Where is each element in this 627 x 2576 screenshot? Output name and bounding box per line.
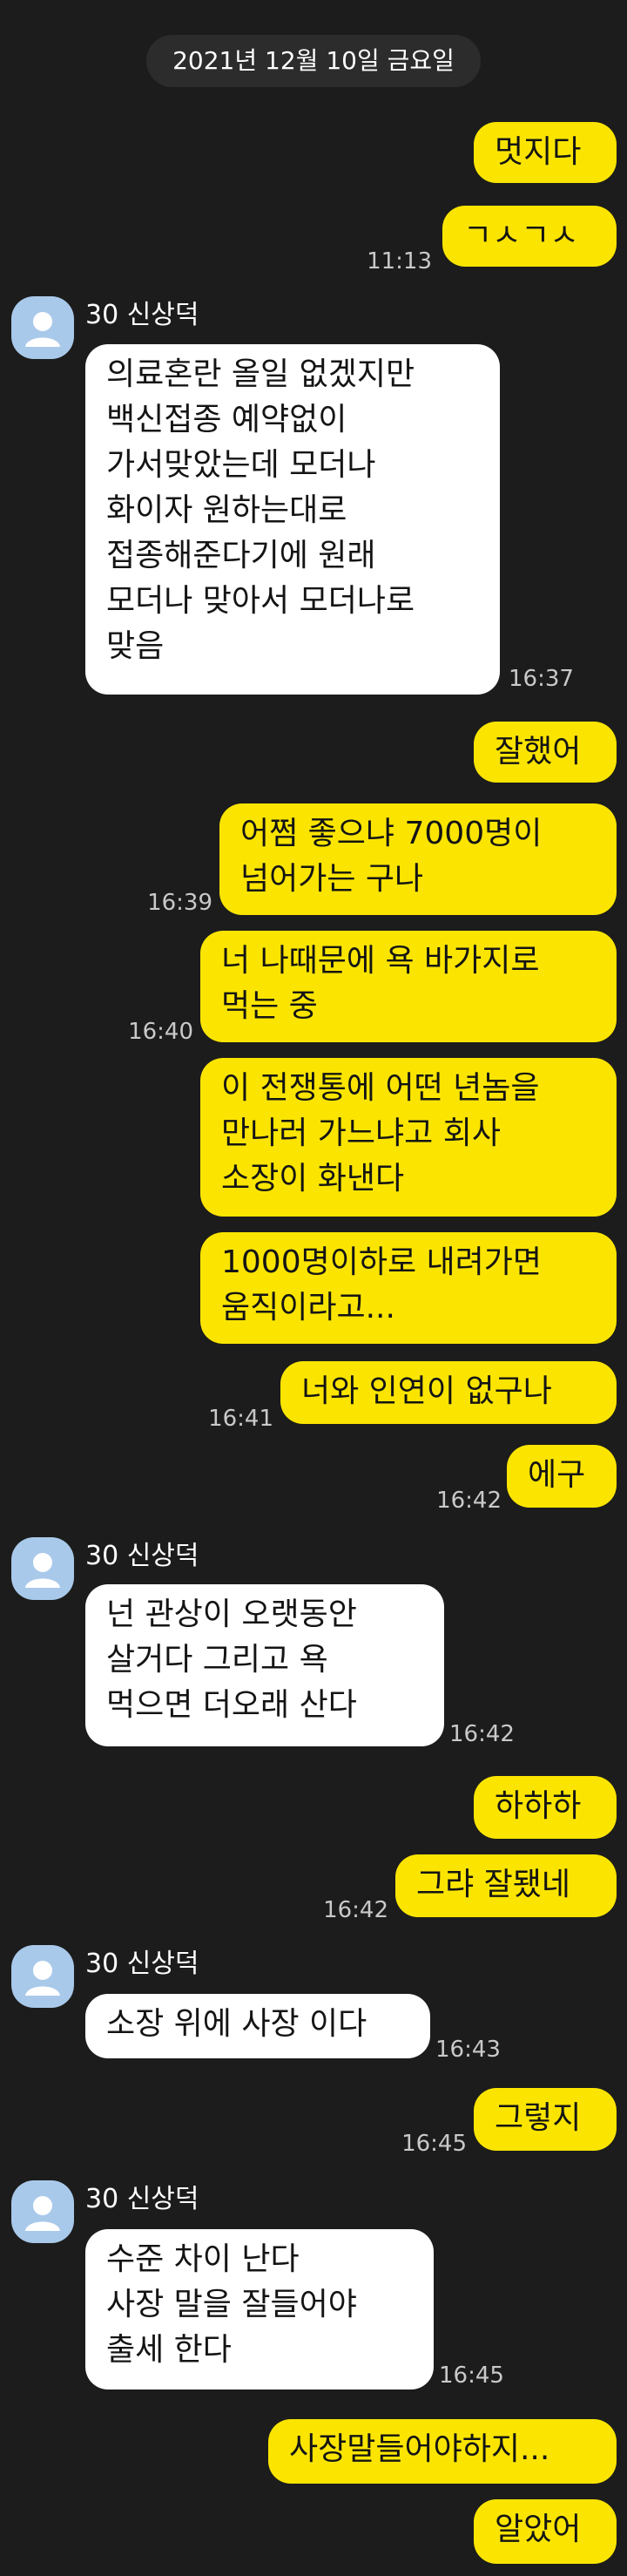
peer-avatar[interactable] [11, 2180, 74, 2243]
my-message-bubble[interactable]: 그랴 잘됐네 [395, 1854, 617, 1917]
my-message-bubble[interactable]: 하하하 [474, 1776, 617, 1839]
message-time: 16:41 [208, 1406, 273, 1432]
my-message-bubble[interactable]: 너와 인연이 없구나 [280, 1361, 617, 1424]
date-divider: 2021년 12월 10일 금요일 [146, 35, 481, 87]
my-message-bubble[interactable]: 에구 [507, 1445, 617, 1508]
message-time: 16:39 [147, 890, 212, 916]
person-icon [25, 312, 60, 347]
my-message-bubble[interactable]: ㄱㅅㄱㅅ [442, 206, 617, 267]
message-time: 16:42 [436, 1488, 502, 1514]
my-message-bubble[interactable]: 그렇지 [474, 2088, 617, 2151]
my-message-bubble[interactable]: 멋지다 [474, 122, 617, 183]
sender-name: 30 신상덕 [85, 300, 199, 330]
message-time: 16:43 [435, 2037, 501, 2063]
my-message-bubble[interactable]: 잘했어 [474, 722, 617, 783]
person-icon [25, 2196, 60, 2231]
message-time: 16:45 [401, 2131, 467, 2157]
peer-message-bubble[interactable]: 넌 관상이 오랫동안 살거다 그리고 욕 먹으면 더오래 산다 [85, 1584, 444, 1746]
person-icon [25, 1961, 60, 1996]
sender-name: 30 신상덕 [85, 1541, 199, 1571]
message-time: 16:42 [449, 1721, 515, 1747]
peer-avatar[interactable] [11, 1945, 74, 2008]
peer-message-bubble[interactable]: 의료혼란 올일 없겠지만 백신접종 예약없이 가서맞았는데 모더나 화이자 원하… [85, 344, 500, 695]
my-message-bubble[interactable]: 너 나때문에 욕 바가지로 먹는 중 [200, 931, 617, 1042]
peer-message-bubble[interactable]: 소장 위에 사장 이다 [85, 1994, 430, 2058]
my-message-bubble[interactable]: 이 전쟁통에 어떤 년놈을 만나러 가느냐고 회사 소장이 화낸다 [200, 1058, 617, 1217]
sender-name: 30 신상덕 [85, 1949, 199, 1979]
peer-message-bubble[interactable]: 수준 차이 난다 사장 말을 잘들어야 출세 한다 [85, 2229, 434, 2390]
chat-screen: 2021년 12월 10일 금요일 멋지다 ㄱㅅㄱㅅ 11:13 30 신상덕 … [0, 0, 627, 2576]
peer-avatar[interactable] [11, 1537, 74, 1600]
message-time: 16:45 [439, 2362, 504, 2389]
my-message-bubble[interactable]: 1000명이하로 내려가면 움직이라고... [200, 1232, 617, 1344]
peer-avatar[interactable] [11, 296, 74, 359]
message-time: 11:13 [367, 248, 432, 275]
message-time: 16:42 [323, 1897, 388, 1923]
my-message-bubble[interactable]: 어쩜 좋으냐 7000명이 넘어가는 구나 [219, 803, 617, 915]
person-icon [25, 1553, 60, 1588]
my-message-bubble[interactable]: 사장말들어야하지... [268, 2419, 617, 2484]
sender-name: 30 신상덕 [85, 2184, 199, 2214]
message-time: 16:37 [509, 666, 574, 692]
message-time: 16:40 [128, 1019, 193, 1045]
my-message-bubble[interactable]: 알았어 [474, 2499, 617, 2564]
